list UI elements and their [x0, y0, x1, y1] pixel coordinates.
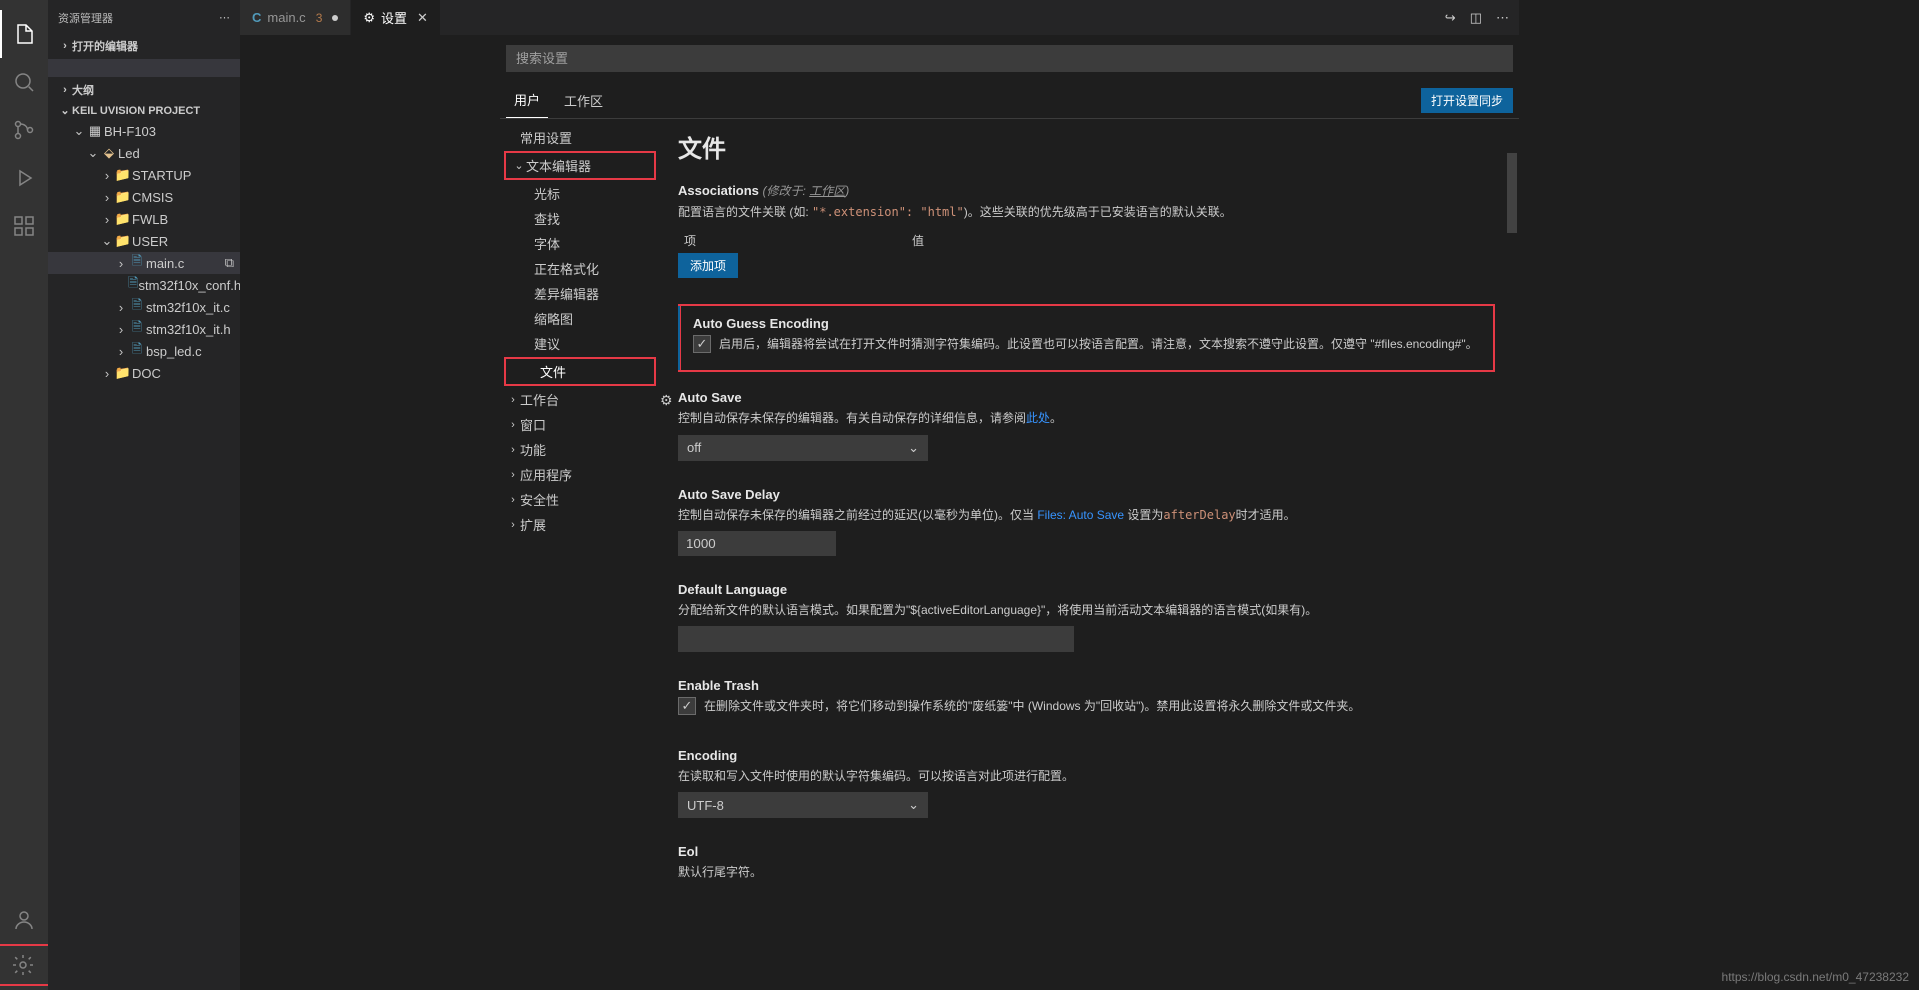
gear-icon[interactable] — [0, 953, 47, 977]
settings-gear-highlight — [0, 944, 50, 986]
auto-save-select[interactable]: off⌄ — [678, 435, 928, 461]
toc-workbench[interactable]: ›工作台 — [500, 387, 660, 412]
account-icon[interactable] — [0, 896, 48, 944]
scope-row: 用户 工作区 打开设置同步 — [500, 82, 1519, 119]
highlight-auto-guess: Auto Guess Encoding 启用后，编辑器将尝试在打开文件时猜测字符… — [678, 304, 1495, 372]
search-input[interactable] — [506, 45, 1513, 72]
enable-trash-checkbox[interactable] — [678, 697, 696, 715]
default-language-input[interactable] — [678, 626, 1074, 652]
activity-bar — [0, 0, 48, 990]
split-editor-icon[interactable]: ◫ — [1470, 10, 1482, 26]
more-actions-icon[interactable]: ⋯ — [1496, 10, 1509, 26]
toc-extensions[interactable]: ›扩展 — [500, 512, 660, 537]
gear-icon[interactable]: ⚙ — [660, 392, 673, 409]
c-lang-icon: C — [252, 10, 261, 25]
scope-user[interactable]: 用户 — [506, 82, 548, 118]
auto-save-link[interactable]: 此处 — [1026, 411, 1050, 425]
tree-conf-h[interactable]: 🗎stm32f10x_conf.h — [48, 274, 240, 296]
close-icon[interactable]: ✕ — [417, 10, 428, 26]
setting-auto-save: ⚙ Auto Save 控制自动保存未保存的编辑器。有关自动保存的详细信息，请参… — [678, 390, 1495, 460]
scrollbar-track[interactable] — [1505, 119, 1519, 990]
chevron-down-icon: ⌄ — [908, 440, 919, 456]
highlight-text-editor: ⌄文本编辑器 — [504, 151, 656, 180]
scrollbar-thumb[interactable] — [1507, 153, 1517, 233]
toc-features[interactable]: ›功能 — [500, 437, 660, 462]
source-control-icon[interactable] — [0, 106, 48, 154]
toc-formatting[interactable]: 正在格式化 — [500, 256, 660, 281]
toc-cursor[interactable]: 光标 — [500, 181, 660, 206]
setting-associations: Associations (修改于: 工作区) 配置语言的文件关联 (如: "*… — [678, 182, 1495, 278]
section-open-editors[interactable]: ›打开的编辑器 — [48, 35, 240, 57]
content-heading: 文件 — [678, 129, 1495, 164]
toc-find[interactable]: 查找 — [500, 206, 660, 231]
setting-auto-save-delay: Auto Save Delay 控制自动保存未保存的编辑器之前经过的延迟(以毫秒… — [678, 487, 1495, 556]
sidebar-title: 资源管理器 — [58, 10, 113, 26]
sidebar: 资源管理器 ⋯ ›打开的编辑器 ›大纲 ⌄KEIL UVISION PROJEC… — [48, 0, 240, 990]
tab-main-c[interactable]: Cmain.c3 — [240, 0, 351, 35]
more-icon[interactable]: ⋯ — [219, 11, 230, 24]
gear-icon: ⚙ — [363, 10, 375, 26]
toc-files[interactable]: 文件 — [506, 359, 654, 384]
extensions-icon[interactable] — [0, 202, 48, 250]
toc-window[interactable]: ›窗口 — [500, 412, 660, 437]
tree-main-c[interactable]: ›🗎main.c⧉ — [48, 252, 240, 274]
setting-eol: Eol 默认行尾字符。 — [678, 844, 1495, 882]
main-area: Cmain.c3 ⚙设置✕ ↪ ◫ ⋯ 用户 工作区 打开设置同步 常用设置 — [240, 0, 1519, 990]
search-icon[interactable] — [0, 58, 48, 106]
tree-it-c[interactable]: ›🗎stm32f10x_it.c — [48, 296, 240, 318]
tree-root[interactable]: ⌄▦BH-F103 — [48, 120, 240, 142]
setting-enable-trash: Enable Trash 在删除文件或文件夹时，将它们移动到操作系统的"废纸篓"… — [678, 678, 1495, 722]
tree-bsp-led-c[interactable]: ›🗎bsp_led.c — [48, 340, 240, 362]
explorer-icon[interactable] — [0, 10, 48, 58]
sync-button[interactable]: 打开设置同步 — [1421, 88, 1513, 113]
blurred-item — [48, 59, 240, 77]
open-json-icon[interactable]: ↪ — [1445, 10, 1456, 26]
toc-security[interactable]: ›安全性 — [500, 487, 660, 512]
watermark: https://blog.csdn.net/m0_47238232 — [1722, 970, 1909, 984]
toc-common[interactable]: 常用设置 — [500, 125, 660, 150]
scope-workspace[interactable]: 工作区 — [556, 83, 611, 118]
sidebar-header: 资源管理器 ⋯ — [48, 0, 240, 35]
tree-it-h[interactable]: ›🗎stm32f10x_it.h — [48, 318, 240, 340]
settings-toc: 常用设置 ⌄文本编辑器 光标 查找 字体 正在格式化 差异编辑器 缩略图 建议 … — [500, 119, 660, 990]
copy-path-icon[interactable]: ⧉ — [225, 255, 240, 271]
tree-doc[interactable]: ›📁DOC — [48, 362, 240, 384]
section-outline[interactable]: ›大纲 — [48, 79, 240, 101]
tree-led[interactable]: ⌄⬙Led — [48, 142, 240, 164]
auto-save-delay-input[interactable] — [678, 531, 836, 556]
tree-fwlb[interactable]: ›📁FWLB — [48, 208, 240, 230]
setting-default-language: Default Language 分配给新文件的默认语言模式。如果配置为"${a… — [678, 582, 1495, 652]
toc-text-editor[interactable]: ⌄文本编辑器 — [506, 153, 654, 178]
toc-font[interactable]: 字体 — [500, 231, 660, 256]
auto-save-delay-link[interactable]: Files: Auto Save — [1037, 508, 1124, 522]
setting-encoding: Encoding 在读取和写入文件时使用的默认字符集编码。可以按语言对此项进行配… — [678, 748, 1495, 818]
tree-startup[interactable]: ›📁STARTUP — [48, 164, 240, 186]
toc-minimap[interactable]: 缩略图 — [500, 306, 660, 331]
toc-diff[interactable]: 差异编辑器 — [500, 281, 660, 306]
add-item-button[interactable]: 添加项 — [678, 253, 738, 278]
tab-bar: Cmain.c3 ⚙设置✕ ↪ ◫ ⋯ — [240, 0, 1519, 35]
auto-guess-checkbox[interactable] — [693, 335, 711, 353]
section-project[interactable]: ⌄KEIL UVISION PROJECT — [48, 101, 240, 120]
modified-indicator — [332, 15, 338, 21]
settings-content: 文件 Associations (修改于: 工作区) 配置语言的文件关联 (如:… — [660, 119, 1519, 990]
chevron-down-icon: ⌄ — [908, 797, 919, 813]
tree-user[interactable]: ⌄📁USER — [48, 230, 240, 252]
highlight-files: 文件 — [504, 357, 656, 386]
toc-application[interactable]: ›应用程序 — [500, 462, 660, 487]
tab-settings[interactable]: ⚙设置✕ — [351, 0, 441, 35]
encoding-select[interactable]: UTF-8⌄ — [678, 792, 928, 818]
search-row — [500, 35, 1519, 82]
tab-actions: ↪ ◫ ⋯ — [1435, 0, 1519, 35]
tree-cmsis[interactable]: ›📁CMSIS — [48, 186, 240, 208]
toc-suggest[interactable]: 建议 — [500, 331, 660, 356]
debug-icon[interactable] — [0, 154, 48, 202]
